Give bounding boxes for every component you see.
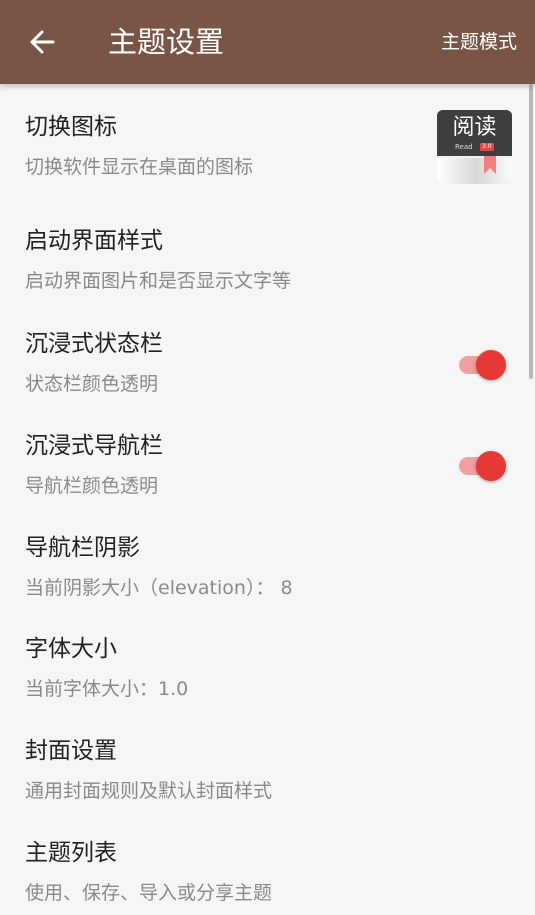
pref-summary: 使用、保存、导入或分享主题 xyxy=(25,882,273,904)
pref-summary: 当前阴影大小（elevation）： 8 xyxy=(25,577,293,599)
pref-summary: 通用封面规则及默认封面样式 xyxy=(25,780,273,802)
status-bar-switch[interactable] xyxy=(456,347,510,381)
pref-switch-icon[interactable]: 切换图标 切换软件显示在桌面的图标 xyxy=(0,112,420,180)
app-icon-text: 阅读 xyxy=(452,115,497,140)
pref-summary: 切换软件显示在桌面的图标 xyxy=(25,156,254,178)
back-button[interactable] xyxy=(18,20,66,64)
pref-nav-bar-shadow[interactable]: 导航栏阴影 当前阴影大小（elevation）： 8 xyxy=(0,533,500,601)
pref-launch-screen-style[interactable]: 启动界面样式 启动界面图片和是否显示文字等 xyxy=(0,226,420,294)
pref-font-size[interactable]: 字体大小 当前字体大小：1.0 xyxy=(0,634,500,702)
pref-title: 沉浸式导航栏 xyxy=(25,433,163,459)
pref-immersive-nav-bar[interactable]: 沉浸式导航栏 导航栏颜色透明 xyxy=(0,431,420,499)
app-icon-version: 3.0 xyxy=(480,143,494,151)
pref-summary: 导航栏颜色透明 xyxy=(25,475,159,497)
page-title: 主题设置 xyxy=(108,25,225,59)
book-page-left xyxy=(437,158,475,184)
app-icon-preview[interactable]: 阅读 Read 3.0 xyxy=(437,110,512,184)
scrollbar[interactable] xyxy=(529,84,533,379)
theme-mode-button[interactable]: 主题模式 xyxy=(441,28,517,56)
app-icon-subtext: Read xyxy=(455,143,473,151)
bookmark-icon xyxy=(484,156,496,174)
pref-cover-settings[interactable]: 封面设置 通用封面规则及默认封面样式 xyxy=(0,736,500,804)
pref-summary: 启动界面图片和是否显示文字等 xyxy=(25,270,292,292)
pref-immersive-status-bar[interactable]: 沉浸式状态栏 状态栏颜色透明 xyxy=(0,329,420,397)
pref-summary: 状态栏颜色透明 xyxy=(25,373,159,395)
arrow-left-icon xyxy=(30,30,55,54)
pref-title: 字体大小 xyxy=(25,636,117,662)
pref-title: 封面设置 xyxy=(25,738,117,764)
nav-bar-switch[interactable] xyxy=(456,448,510,482)
pref-title: 导航栏阴影 xyxy=(25,535,140,561)
pref-title: 主题列表 xyxy=(25,840,117,866)
pref-title: 切换图标 xyxy=(25,114,117,140)
pref-title: 启动界面样式 xyxy=(25,228,163,254)
pref-theme-list[interactable]: 主题列表 使用、保存、导入或分享主题 xyxy=(0,838,500,906)
pref-summary: 当前字体大小：1.0 xyxy=(25,678,189,700)
toolbar: 主题设置 主题模式 xyxy=(0,0,535,84)
pref-title: 沉浸式状态栏 xyxy=(25,331,163,357)
switch-thumb xyxy=(476,451,506,481)
switch-thumb xyxy=(476,350,506,380)
